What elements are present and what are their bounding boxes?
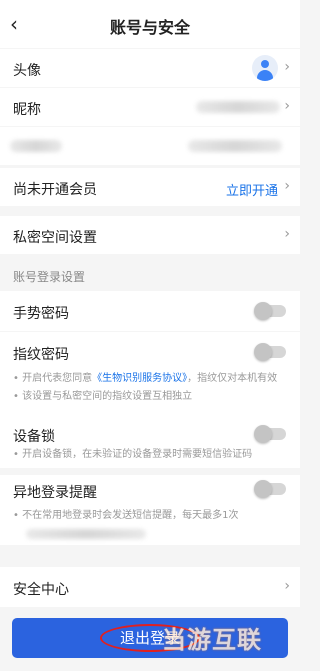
chevron-right-icon: › xyxy=(284,98,290,114)
device-lock-row: 设备锁 • 开启设备锁，在未验证的设备登录时需要短信验证码 xyxy=(0,414,300,468)
avatar xyxy=(252,55,278,81)
device-lock-note: • 开启设备锁，在未验证的设备登录时需要短信验证码 xyxy=(13,449,253,460)
nickname-label: 昵称 xyxy=(13,102,41,118)
watermark: 当游互联 xyxy=(162,626,262,654)
security-center-row[interactable]: 安全中心 › xyxy=(0,567,300,607)
fingerprint-password-label: 指纹密码 xyxy=(13,347,69,363)
private-space-label: 私密空间设置 xyxy=(13,230,97,246)
gesture-password-row: 手势密码 xyxy=(0,291,300,331)
nickname-value-blurred xyxy=(196,101,280,113)
remote-login-row: 异地登录提醒 • 不在常用地登录时会发送短信提醒，每天最多1次 xyxy=(0,475,300,545)
vip-activate-link[interactable]: 立即开通 xyxy=(226,180,278,199)
chevron-right-icon: › xyxy=(284,178,290,194)
vip-label: 尚未开通会员 xyxy=(13,182,97,198)
fingerprint-note-2: • 该设置与私密空间的指纹设置互相独立 xyxy=(13,391,193,402)
section-title: 账号登录设置 xyxy=(13,270,86,284)
gesture-password-toggle[interactable] xyxy=(254,302,286,320)
page-title: 账号与安全 xyxy=(109,18,190,37)
gesture-password-label: 手势密码 xyxy=(13,306,69,322)
vip-row[interactable]: 尚未开通会员 立即开通 › xyxy=(0,168,300,206)
account-label-blurred xyxy=(10,140,62,152)
private-space-row[interactable]: 私密空间设置 › xyxy=(0,216,300,254)
avatar-row[interactable]: 头像 › xyxy=(0,49,300,87)
account-id-row[interactable] xyxy=(0,127,300,165)
chevron-right-icon: › xyxy=(284,578,290,594)
remote-login-toggle[interactable] xyxy=(254,480,286,498)
account-value-blurred xyxy=(188,140,282,152)
avatar-body-icon xyxy=(257,70,273,81)
biometric-agreement-link[interactable]: 《生物识别服务协议》 xyxy=(92,373,187,384)
remote-login-note-blurred xyxy=(26,529,146,539)
device-lock-label: 设备锁 xyxy=(13,429,55,445)
security-center-label: 安全中心 xyxy=(13,582,69,598)
chevron-right-icon: › xyxy=(284,59,290,75)
chevron-right-icon: › xyxy=(284,226,290,242)
nickname-row[interactable]: 昵称 › xyxy=(0,88,300,126)
device-lock-toggle[interactable] xyxy=(254,425,286,443)
remote-login-label: 异地登录提醒 xyxy=(13,485,97,501)
fingerprint-note: • 开启代表您同意《生物识别服务协议》，指纹仅对本机有效 xyxy=(13,373,278,384)
top-bar: ‹ 账号与安全 xyxy=(0,0,300,48)
remote-login-note: • 不在常用地登录时会发送短信提醒，每天最多1次 xyxy=(13,510,239,521)
avatar-label: 头像 xyxy=(13,63,41,79)
fingerprint-password-toggle[interactable] xyxy=(254,343,286,361)
avatar-head-icon xyxy=(261,60,269,68)
